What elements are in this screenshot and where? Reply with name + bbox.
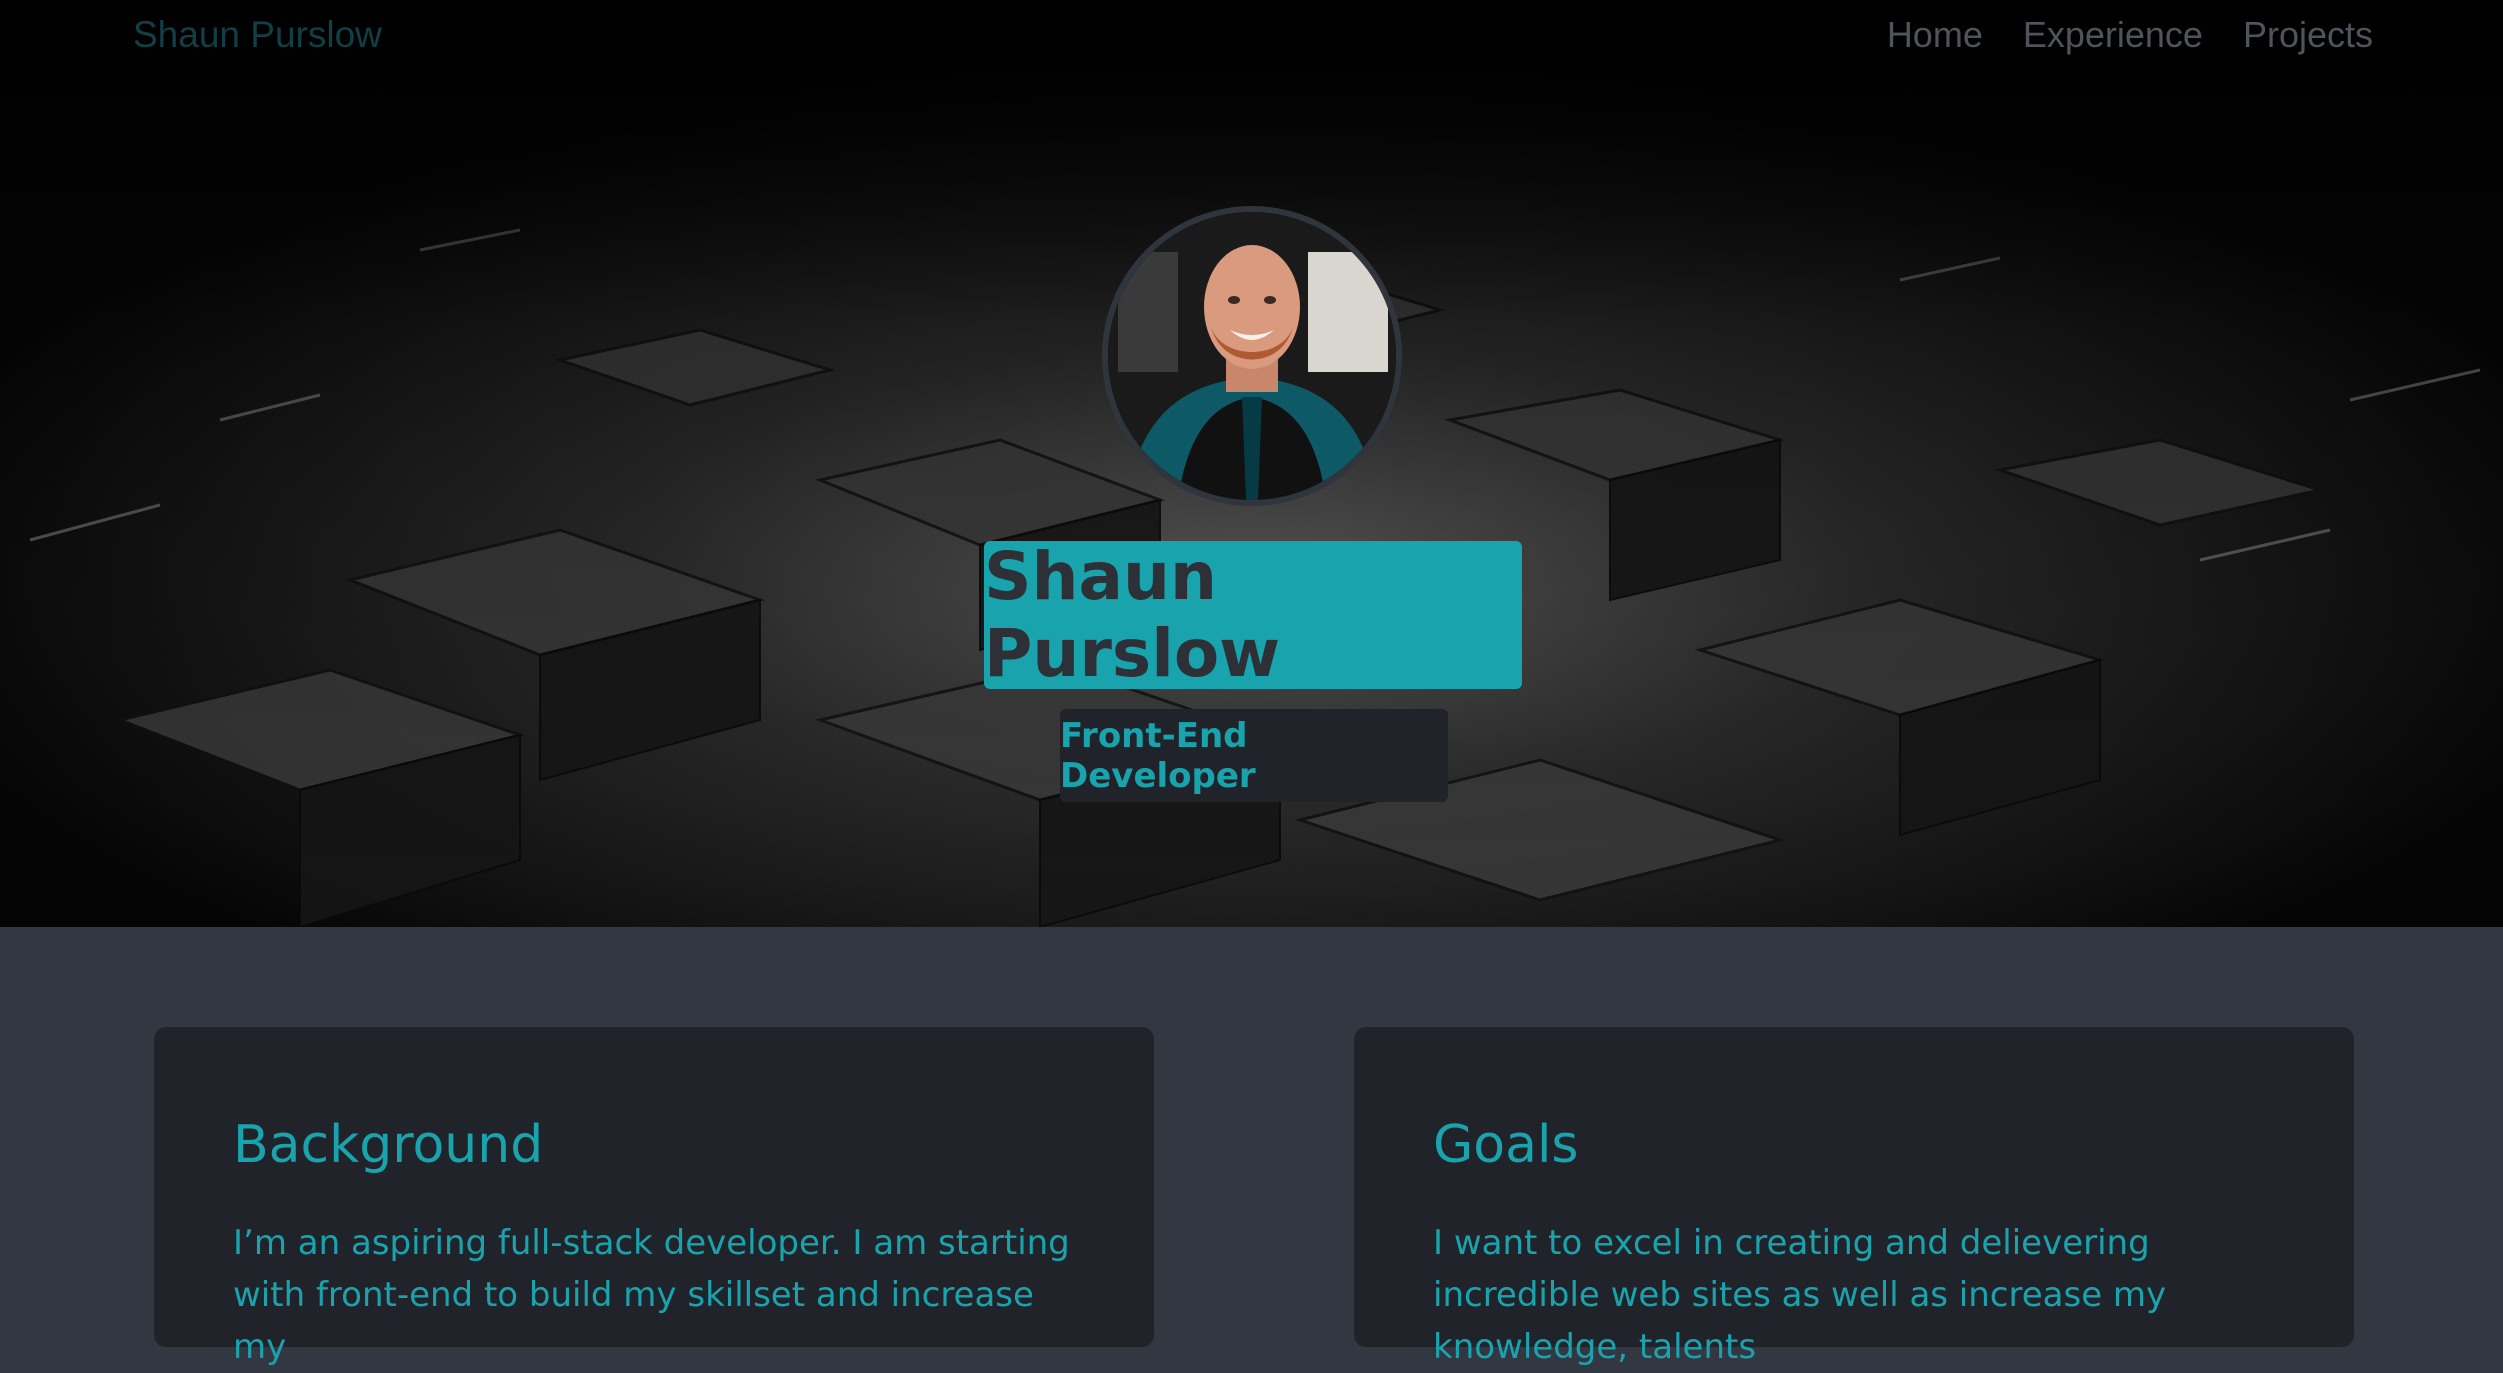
background-text: I’m an aspiring full-stack developer. I … <box>233 1223 1070 1367</box>
nav-link-experience[interactable]: Experience <box>2023 14 2203 56</box>
hero-role: Front-End Developer <box>1060 715 1256 796</box>
top-navbar: Shaun Purslow Home Experience Projects <box>0 0 2503 82</box>
goals-title: Goals <box>1433 1115 1579 1175</box>
nav-link-projects[interactable]: Projects <box>2243 14 2373 56</box>
hero-name: Shaun Purslow <box>984 538 1281 692</box>
background-title: Background <box>233 1115 544 1175</box>
goals-card: Goals I want to excel in creating and de… <box>1354 1027 2354 1367</box>
goals-text: I want to excel in creating and deliever… <box>1433 1223 2167 1367</box>
hero-name-box: Shaun Purslow <box>984 538 1522 692</box>
background-card: Background I’m an aspiring full-stack de… <box>154 1027 1154 1367</box>
profile-avatar <box>1102 206 1402 506</box>
profile-photo <box>1108 212 1396 500</box>
hero-section: Shaun Purslow Front-End Developer <box>0 0 2503 927</box>
nav-link-home[interactable]: Home <box>1887 14 1983 56</box>
brand-link[interactable]: Shaun Purslow <box>133 14 382 56</box>
nav-links: Home Experience Projects <box>1887 14 2373 56</box>
hero-role-box: Front-End Developer <box>1060 709 1448 802</box>
